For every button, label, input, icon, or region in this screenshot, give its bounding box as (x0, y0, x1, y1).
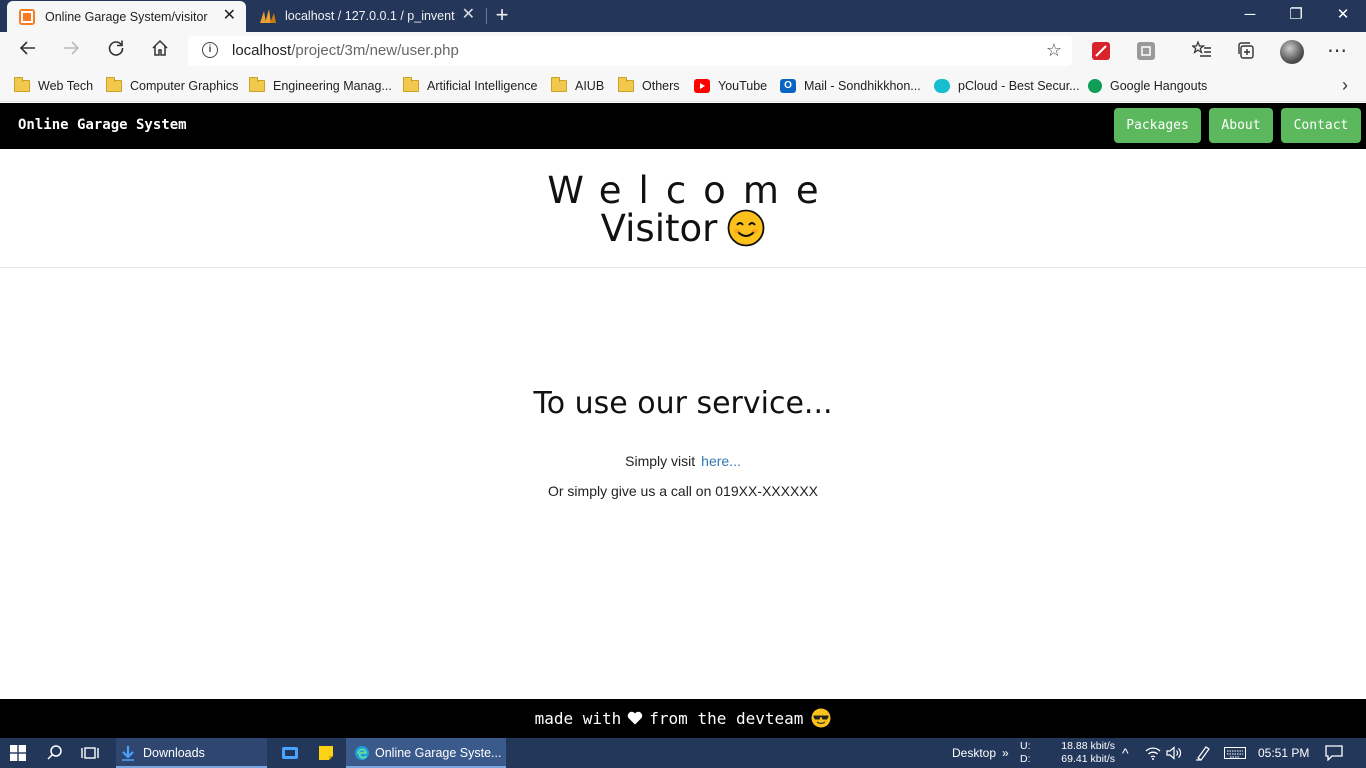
folder-icon (106, 77, 122, 92)
download-speed: 69.41 kbit/s (1061, 753, 1115, 765)
windows-taskbar: Downloads Online Garage Syste... Desktop… (0, 738, 1366, 768)
task-view-icon[interactable] (81, 738, 99, 768)
notification-icon[interactable] (1325, 738, 1343, 768)
visitor-heading: Visitor (0, 207, 1366, 250)
edge-window-label: Online Garage Syste... (375, 746, 502, 760)
visit-text: Simply visit (625, 453, 696, 469)
tab-title: localhost / 127.0.0.1 / p_inventory (285, 9, 455, 23)
nav-contact-button[interactable]: Contact (1281, 108, 1361, 143)
upload-label: U: (1020, 740, 1031, 752)
tab-title: Online Garage System/visitor (45, 9, 208, 24)
bookmarks-bar: Web Tech Computer Graphics Engineering M… (0, 70, 1366, 102)
footer-prefix: made with (534, 709, 622, 728)
folder-icon (14, 77, 30, 92)
bookmark-others[interactable]: Others (618, 76, 680, 96)
url-text: localhost/project/3m/new/user.php (232, 42, 459, 59)
youtube-icon (694, 79, 710, 93)
more-menu-icon[interactable]: ⋯ (1326, 40, 1348, 62)
download-arrow-icon (122, 746, 134, 761)
clock[interactable]: 05:51 PM (1258, 738, 1309, 768)
folder-icon (403, 77, 419, 92)
sunglasses-face-icon (811, 708, 831, 728)
hangouts-icon (1088, 79, 1102, 93)
collections-icon[interactable] (1235, 40, 1257, 62)
outlook-icon: O (780, 79, 796, 93)
volume-icon[interactable] (1166, 738, 1182, 768)
windows-start-icon[interactable] (10, 738, 26, 768)
folder-icon (551, 77, 567, 92)
restore-icon[interactable]: ❐ (1273, 4, 1319, 26)
address-bar[interactable]: i localhost/project/3m/new/user.php ☆ (188, 36, 1072, 66)
bookmark-google-hangouts[interactable]: Google Hangouts (1088, 76, 1207, 96)
visit-here-link[interactable]: here... (701, 453, 741, 469)
tab-online-garage[interactable]: Online Garage System/visitor ✕ (7, 1, 246, 32)
home-icon[interactable] (147, 38, 173, 64)
favorite-star-icon[interactable]: ☆ (1046, 40, 1062, 61)
close-tab-icon[interactable]: ✕ (462, 7, 475, 23)
folder-icon (618, 77, 634, 92)
tab-separator (486, 8, 487, 24)
bookmark-youtube[interactable]: YouTube (694, 76, 767, 96)
welcome-heading: Welcome (547, 169, 836, 212)
phpmyadmin-favicon-icon (259, 8, 276, 24)
site-info-icon[interactable]: i (202, 42, 218, 58)
minimize-icon[interactable]: ─ (1227, 4, 1273, 26)
visit-line: Simply visit here... (0, 453, 1366, 469)
sticky-notes-icon[interactable] (318, 738, 334, 768)
taskbar-downloads[interactable]: Downloads (116, 738, 267, 768)
site-footer: made with from the devteam (0, 699, 1366, 738)
footer-suffix: from the devteam (649, 709, 804, 728)
pdf-extension-icon[interactable] (1092, 42, 1110, 60)
favorites-list-icon[interactable] (1190, 40, 1213, 62)
back-arrow-icon[interactable] (15, 38, 41, 64)
desktop-toolbar-label[interactable]: Desktop (952, 738, 996, 768)
taskbar-edge-window[interactable]: Online Garage Syste... (346, 738, 506, 768)
extension-icon[interactable] (1137, 42, 1155, 60)
welcome-banner: Welcome Visitor (0, 149, 1366, 268)
network-speed-meter: U: 18.88 kbit/s D: 69.41 kbit/s (1020, 740, 1115, 766)
site-navbar: Online Garage System Packages About Cont… (0, 103, 1366, 149)
profile-avatar[interactable] (1280, 40, 1304, 64)
site-brand[interactable]: Online Garage System (18, 117, 187, 133)
forward-arrow-icon[interactable] (58, 38, 84, 64)
bookmark-computer-graphics[interactable]: Computer Graphics (106, 76, 238, 96)
keyboard-icon[interactable] (1224, 738, 1246, 768)
tab-phpmyadmin[interactable]: localhost / 127.0.0.1 / p_inventory ✕ (247, 0, 485, 32)
upload-speed: 18.88 kbit/s (1061, 740, 1115, 752)
browser-toolbar: i localhost/project/3m/new/user.php ☆ ⋯ (0, 32, 1366, 70)
edge-browser-icon (355, 746, 369, 760)
chevron-right-icon[interactable]: › (1342, 75, 1348, 96)
nav-packages-button[interactable]: Packages (1114, 108, 1201, 143)
service-title: To use our service... (533, 386, 833, 421)
bookmark-engineering-management[interactable]: Engineering Manag... (249, 76, 392, 96)
file-manager-icon[interactable] (280, 738, 300, 768)
pen-icon[interactable] (1195, 738, 1211, 768)
browser-tab-strip: Online Garage System/visitor ✕ localhost… (0, 0, 1366, 32)
nav-about-button[interactable]: About (1209, 108, 1273, 143)
refresh-icon[interactable] (103, 38, 129, 64)
search-icon[interactable] (46, 738, 64, 768)
bookmark-artificial-intelligence[interactable]: Artificial Intelligence (403, 76, 537, 96)
bookmark-web-tech[interactable]: Web Tech (14, 76, 93, 96)
window-close-icon[interactable]: ✕ (1320, 4, 1366, 26)
heart-icon (628, 711, 643, 725)
pcloud-icon (934, 79, 950, 93)
bookmark-aiub[interactable]: AIUB (551, 76, 604, 96)
bookmark-mail[interactable]: O Mail - Sondhikkhon... (780, 76, 921, 96)
downloads-label: Downloads (143, 746, 205, 760)
call-line: Or simply give us a call on 019XX-XXXXXX (547, 483, 818, 499)
wifi-icon[interactable] (1145, 738, 1161, 768)
chevron-up-icon[interactable]: ^ (1122, 738, 1129, 768)
new-tab-icon[interactable]: + (490, 4, 514, 28)
download-label: D: (1020, 753, 1031, 765)
close-tab-icon[interactable]: ✕ (223, 8, 236, 24)
smiling-face-icon (727, 209, 765, 247)
xampp-favicon-icon (19, 8, 35, 25)
folder-icon (249, 77, 265, 92)
toolbar-overflow-icon[interactable]: » (1002, 738, 1009, 768)
bookmark-pcloud[interactable]: pCloud - Best Secur... (934, 76, 1080, 96)
